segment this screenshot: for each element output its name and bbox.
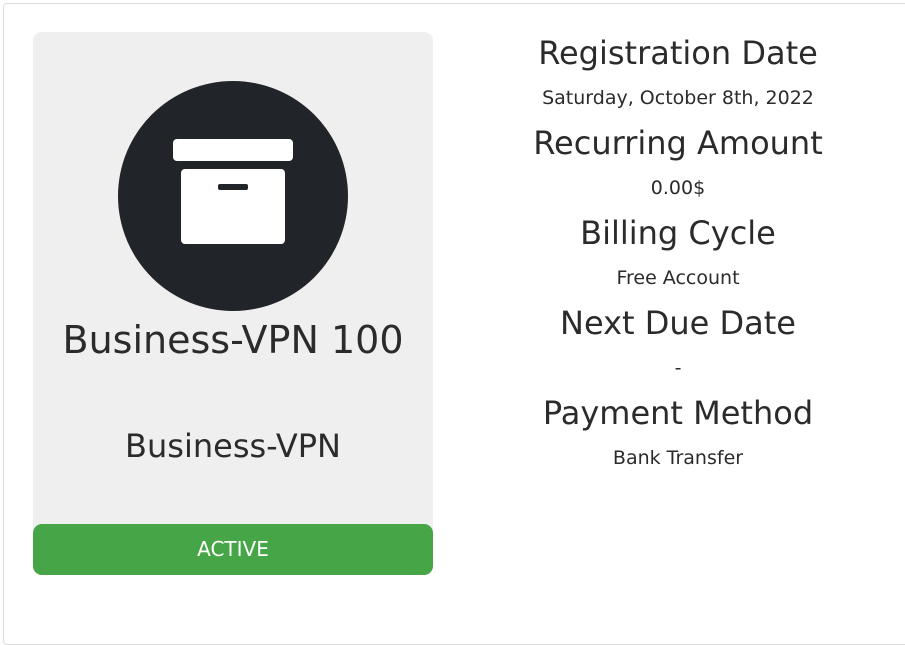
billing-cycle-value: Free Account	[616, 267, 740, 289]
product-group: Business-VPN	[125, 427, 341, 465]
recurring-amount-value: 0.00$	[650, 177, 706, 199]
status-badge: ACTIVE	[33, 524, 433, 575]
recurring-amount-heading: Recurring Amount	[533, 124, 823, 162]
payment-method-heading: Payment Method	[542, 394, 814, 432]
billing-cycle-heading: Billing Cycle	[580, 214, 776, 252]
archive-box-icon	[173, 139, 293, 244]
product-icon-circle	[118, 81, 348, 311]
next-due-date-heading: Next Due Date	[560, 304, 796, 342]
registration-date-value: Saturday, October 8th, 2022	[542, 87, 814, 109]
product-card: Business-VPN 100 Business-VPN ACTIVE	[33, 32, 433, 575]
next-due-date-value: -	[674, 357, 682, 379]
product-details: Registration Date Saturday, October 8th,…	[458, 28, 898, 478]
registration-date-heading: Registration Date	[538, 34, 818, 72]
product-name: Business-VPN 100	[62, 318, 404, 362]
payment-method-value: Bank Transfer	[612, 447, 744, 469]
